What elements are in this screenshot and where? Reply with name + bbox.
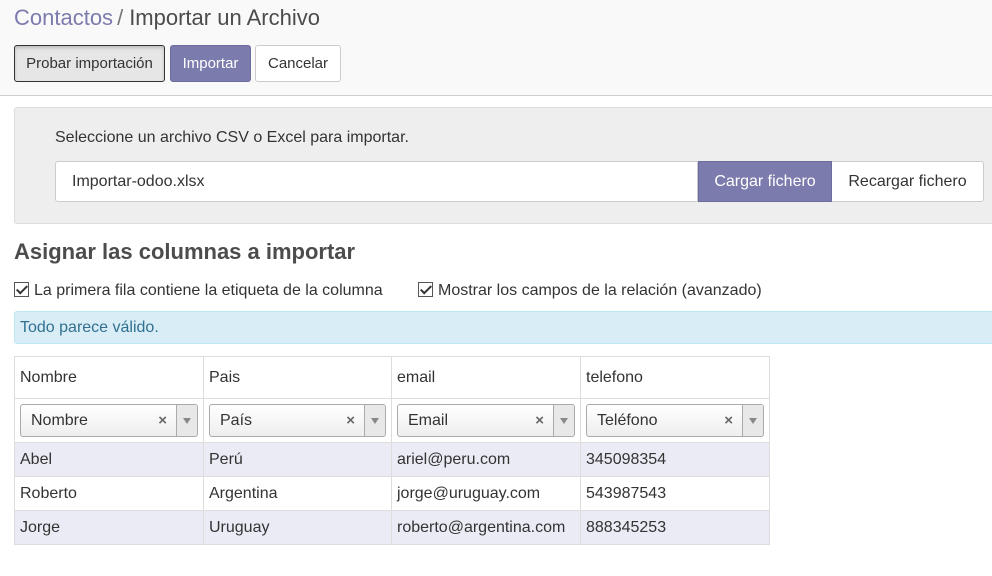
control-panel: Contactos / Importar un Archivo Probar imp…	[0, 0, 992, 96]
header-row-checkbox[interactable]	[14, 282, 29, 297]
file-select-hint: Seleccione un archivo CSV o Excel para i…	[55, 129, 409, 146]
import-button[interactable]: Importar	[170, 45, 251, 82]
field-select-value: País	[220, 412, 253, 429]
breadcrumb: Contactos / Importar un Archivo	[14, 5, 320, 31]
table-row: Abel Perú ariel@peru.com 345098354	[14, 442, 770, 477]
column-header: Pais	[203, 356, 392, 399]
column-header: email	[391, 356, 581, 399]
column-header: Nombre	[14, 356, 204, 399]
breadcrumb-separator: /	[117, 5, 124, 30]
file-select-panel: Seleccione un archivo CSV o Excel para i…	[14, 107, 992, 224]
table-cell: Argentina	[203, 476, 392, 511]
field-select-pais[interactable]: País ×	[209, 404, 386, 437]
field-select-value: Teléfono	[597, 412, 658, 429]
clear-icon[interactable]: ×	[724, 405, 733, 436]
chevron-down-icon[interactable]	[176, 405, 197, 436]
mapping-cell: País ×	[203, 398, 392, 443]
table-cell: Abel	[14, 442, 204, 477]
field-mapping-row: Nombre × País × Email × Teléfono ×	[14, 398, 770, 443]
chevron-down-icon[interactable]	[742, 405, 763, 436]
clear-icon[interactable]: ×	[535, 405, 544, 436]
field-select-nombre[interactable]: Nombre ×	[20, 404, 198, 437]
chevron-down-icon[interactable]	[553, 405, 574, 436]
mapping-cell: Teléfono ×	[580, 398, 770, 443]
breadcrumb-contacts-link[interactable]: Contactos	[14, 5, 113, 30]
header-row-option-label: La primera fila contiene la etiqueta de …	[34, 282, 383, 299]
relation-fields-option-label: Mostrar los campos de la relación (avanz…	[438, 282, 762, 299]
header-row-option[interactable]: La primera fila contiene la etiqueta de …	[14, 280, 383, 302]
table-cell: 888345253	[580, 510, 770, 545]
field-select-value: Nombre	[31, 412, 88, 429]
table-cell: ariel@peru.com	[391, 442, 581, 477]
mapping-cell: Nombre ×	[14, 398, 204, 443]
table-row: Jorge Uruguay roberto@argentina.com 8883…	[14, 510, 770, 545]
table-cell: 543987543	[580, 476, 770, 511]
chevron-down-icon[interactable]	[364, 405, 385, 436]
table-cell: Jorge	[14, 510, 204, 545]
clear-icon[interactable]: ×	[158, 405, 167, 436]
page-title: Importar un Archivo	[129, 5, 320, 30]
field-select-value: Email	[408, 412, 449, 429]
table-row: Roberto Argentina jorge@uruguay.com 5439…	[14, 476, 770, 511]
field-select-email[interactable]: Email ×	[397, 404, 575, 437]
file-name-field[interactable]: Importar-odoo.xlsx	[55, 161, 698, 202]
table-cell: Perú	[203, 442, 392, 477]
reload-file-button[interactable]: Recargar fichero	[832, 161, 984, 202]
import-preview-table: Nombre Pais email telefono Nombre × País…	[14, 356, 770, 545]
column-header: telefono	[580, 356, 770, 399]
table-cell: Roberto	[14, 476, 204, 511]
field-select-telefono[interactable]: Teléfono ×	[586, 404, 764, 437]
mapping-cell: Email ×	[391, 398, 581, 443]
cancel-button[interactable]: Cancelar	[255, 45, 341, 82]
mapping-section-title: Asignar las columnas a importar	[14, 239, 356, 264]
upload-file-button[interactable]: Cargar fichero	[698, 161, 832, 202]
table-cell: roberto@argentina.com	[391, 510, 581, 545]
table-cell: Uruguay	[203, 510, 392, 545]
clear-icon[interactable]: ×	[346, 405, 355, 436]
test-import-button[interactable]: Probar importación	[14, 45, 165, 82]
column-header-row: Nombre Pais email telefono	[14, 356, 770, 399]
validation-status-alert: Todo parece válido.	[14, 311, 992, 344]
relation-fields-option[interactable]: Mostrar los campos de la relación (avanz…	[418, 280, 762, 302]
relation-fields-checkbox[interactable]	[418, 282, 433, 297]
table-cell: jorge@uruguay.com	[391, 476, 581, 511]
table-cell: 345098354	[580, 442, 770, 477]
